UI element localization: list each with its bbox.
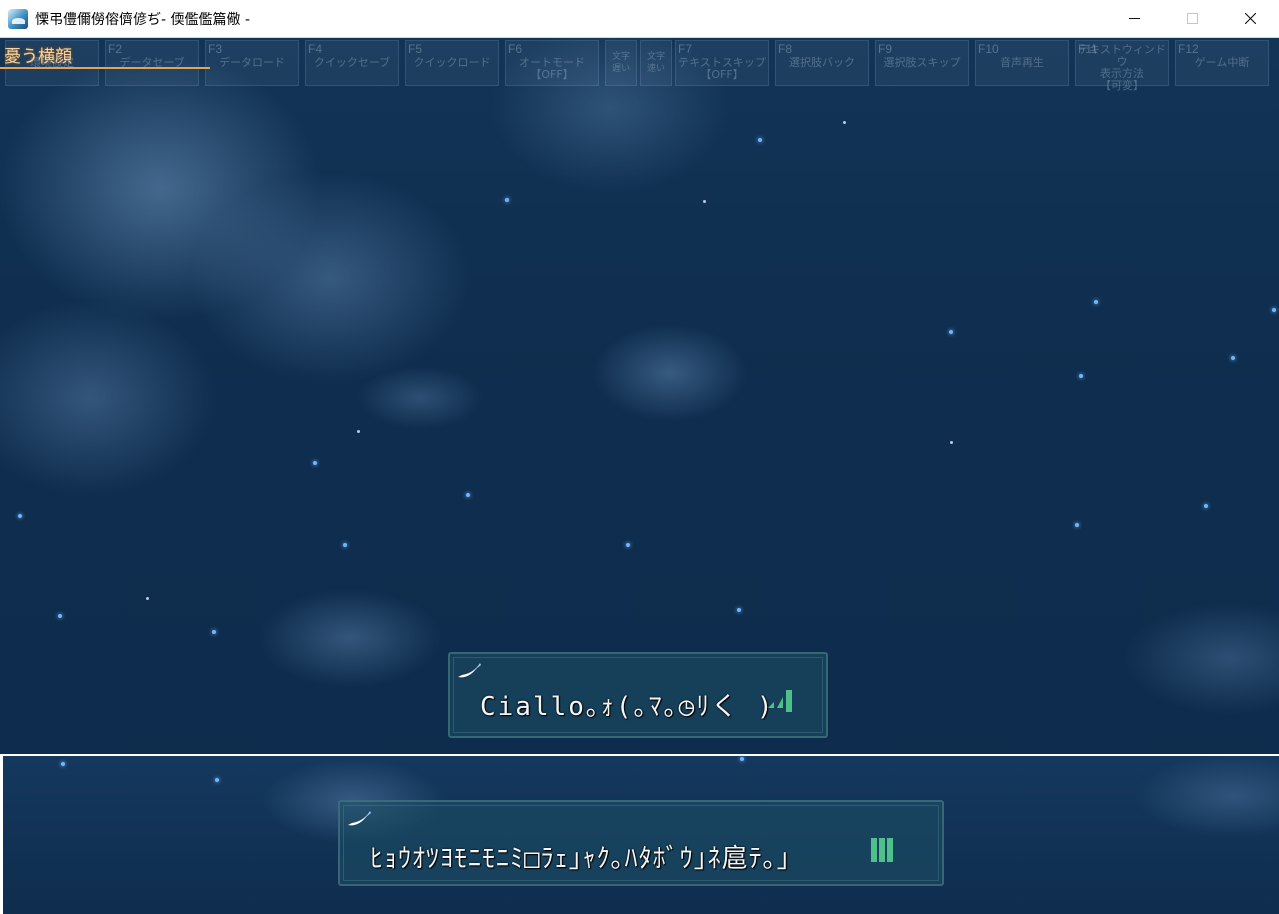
toolbar-button-choice-back[interactable]: F8 選択肢バック — [775, 40, 869, 86]
toolbar-button-quick-save[interactable]: F4 クイックセーブ — [305, 40, 399, 86]
star — [1079, 374, 1083, 378]
toolbar-button-game-suspend[interactable]: F12 ゲーム中断 — [1175, 40, 1269, 86]
star — [212, 630, 216, 634]
dialogue-box-top[interactable]: Ciallo｡ｫ(｡ﾏ｡◷ﾘく ) — [448, 652, 828, 738]
star — [466, 493, 470, 497]
toolbar-button-config[interactable]: 環境設定 — [5, 40, 99, 86]
close-icon — [1244, 13, 1256, 24]
toolbar-button-choice-skip[interactable]: F9 選択肢スキップ — [875, 40, 969, 86]
feather-icon — [458, 663, 481, 678]
star — [505, 198, 509, 202]
star — [1094, 300, 1098, 304]
toolbar-label: クイックセーブ — [313, 56, 391, 69]
maximize-button[interactable] — [1163, 0, 1221, 37]
toolbar-button-data-save[interactable]: F2 データセーブ — [105, 40, 199, 86]
toolbar-button-text-skip[interactable]: F7 テキストスキップ 【OFF】 — [675, 40, 769, 86]
toolbar-key: F5 — [408, 42, 423, 56]
toolbar-label: テキストスキップ 【OFF】 — [678, 56, 766, 81]
toolbar-key: F4 — [308, 42, 323, 56]
star — [1204, 504, 1208, 508]
game-viewport[interactable]: 憂う横顔 環境設定 F2 データセーブ F3 データロード F4 クイックセーブ F5… — [0, 38, 1279, 914]
window-controls — [1105, 0, 1279, 37]
star — [758, 138, 762, 142]
toolbar-button-auto-mode[interactable]: F6 オートモード 【OFF】 — [505, 40, 599, 86]
dialogue-text: ﾋｮｳｵﾂﾖﾓﾆﾓﾆﾐ□ﾗｪ｣ｬｸ｡ﾊﾀﾎﾞｳ｣ﾈ扈ﾃ｡」 — [370, 844, 804, 874]
feather-icon — [348, 811, 371, 826]
dialogue-text: Ciallo｡ｫ(｡ﾏ｡◷ﾘく ) — [480, 692, 775, 722]
toolbar-button-data-load[interactable]: F3 データロード — [205, 40, 299, 86]
toolbar-key: F9 — [878, 42, 893, 56]
toolbar-button-text-slow[interactable]: 文字 遅い — [605, 40, 637, 86]
toolbar-label: 音声再生 — [1000, 56, 1044, 69]
toolbar-label: データセーブ — [119, 56, 185, 69]
toolbar-key: F2 — [108, 42, 123, 56]
toolbar-button-voice-replay[interactable]: F10 音声再生 — [975, 40, 1069, 86]
close-button[interactable] — [1221, 0, 1279, 37]
toolbar-label: 選択肢スキップ — [883, 56, 961, 69]
toolbar-key: F6 — [508, 42, 523, 56]
toolbar-label: テキストウィンドウ 表示方法 【可変】 — [1078, 43, 1166, 92]
toolbar-key: F7 — [678, 42, 693, 56]
star — [949, 330, 953, 334]
toolbar-button-text-fast[interactable]: 文字 速い — [640, 40, 672, 86]
window-title-bar: 慄弔僼儞僗傛儕偐ぢ- 偄儖儖篇儆 - — [0, 0, 1279, 38]
night-sky-background-lower: ﾋｮｳｵﾂﾖﾓﾆﾓﾆﾐ□ﾗｪ｣ｬｸ｡ﾊﾀﾎﾞｳ｣ﾈ扈ﾃ｡」 — [0, 754, 1279, 914]
toolbar-key: F3 — [208, 42, 223, 56]
star — [1231, 356, 1235, 360]
toolbar-label: データロード — [219, 56, 285, 69]
star — [737, 608, 741, 612]
star — [740, 757, 744, 761]
star — [357, 430, 360, 433]
game-toolbar: 環境設定 F2 データセーブ F3 データロード F4 クイックセーブ F5 クイックロ… — [5, 40, 1269, 92]
star — [18, 514, 22, 518]
window-title: 慄弔僼儞僗傛儕偐ぢ- 偄儖儖篇儆 - — [35, 11, 251, 28]
star — [146, 597, 149, 600]
toolbar-key: F8 — [778, 42, 793, 56]
toolbar-key: F12 — [1178, 42, 1199, 56]
star — [1075, 523, 1079, 527]
toolbar-button-window-mode[interactable]: F11 テキストウィンドウ 表示方法 【可変】 — [1075, 40, 1169, 92]
toolbar-button-quick-load[interactable]: F5 クイックロード — [405, 40, 499, 86]
dialogue-box-bottom[interactable]: ﾋｮｳｵﾂﾖﾓﾆﾓﾆﾐ□ﾗｪ｣ｬｸ｡ﾊﾀﾎﾞｳ｣ﾈ扈ﾃ｡」 — [338, 800, 944, 886]
app-icon — [8, 8, 28, 29]
star — [215, 778, 219, 782]
star — [1272, 308, 1276, 312]
toolbar-label: 選択肢バック — [789, 56, 855, 69]
star — [61, 762, 65, 766]
star — [626, 543, 630, 547]
toolbar-label: クイックロード — [413, 56, 491, 69]
star — [703, 200, 706, 203]
star — [313, 461, 317, 465]
night-sky-background: 憂う横顔 環境設定 F2 データセーブ F3 データロード F4 クイックセーブ F5… — [0, 38, 1279, 754]
star — [58, 614, 62, 618]
maximize-icon — [1186, 13, 1198, 24]
signal-wait-icon — [768, 690, 792, 712]
toolbar-label: 環境設定 — [30, 56, 74, 69]
toolbar-label: オートモード 【OFF】 — [519, 56, 585, 81]
toolbar-label: ゲーム中断 — [1194, 56, 1250, 69]
minimize-button[interactable] — [1105, 0, 1163, 37]
minimize-icon — [1128, 18, 1140, 19]
star — [343, 543, 347, 547]
toolbar-label: 文字 速い — [646, 52, 665, 74]
toolbar-key: F10 — [978, 42, 999, 56]
bars-wait-icon — [871, 838, 893, 862]
star — [843, 121, 846, 124]
star — [950, 441, 953, 444]
toolbar-label: 文字 遅い — [611, 52, 630, 74]
